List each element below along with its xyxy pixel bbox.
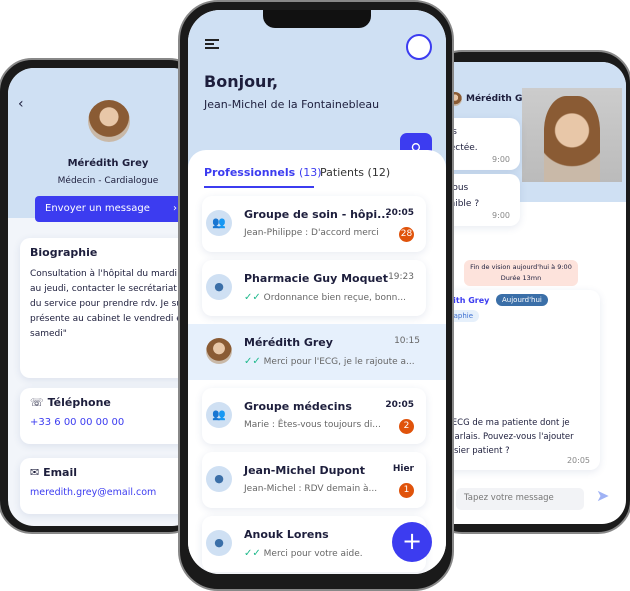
bio-card: Biographie Consultation à l'hôpital du m… [20, 238, 198, 378]
bio-text: Consultation à l'hôpital du mardi au jeu… [30, 269, 190, 339]
conversation-time: Hier [392, 464, 414, 474]
conversation-name: Jean-Michel Dupont [244, 464, 365, 477]
home-phone: Bonjour, Jean-Michel de la Fontainebleau… [178, 0, 454, 591]
conversation-time: 19:23 [388, 272, 414, 282]
tab-professionnels[interactable]: Professionnels (13) [204, 166, 322, 179]
group-icon: 👥 [206, 210, 232, 236]
email-title: Email [43, 466, 78, 479]
profile-phone: ‹ Mérédith Grey Médecin - Cardialogue En… [0, 58, 203, 534]
conversation-preview: Merci pour l'ECG, je le rajoute a... [263, 357, 415, 367]
read-check-icon: ✓✓ [244, 548, 261, 559]
conversation-name: Groupe de soin - hôpi... [244, 208, 390, 221]
tab-count: (13) [299, 166, 322, 179]
email-address[interactable]: meredith.grey@email.com [30, 487, 190, 498]
profile-role: Médecin - Cardialogue [57, 176, 159, 186]
new-conversation-button[interactable]: + [392, 522, 432, 562]
read-check-icon: ✓✓ [244, 356, 261, 367]
user-name: Jean-Michel de la Fontainebleau [204, 98, 380, 111]
tab-label: Professionnels [204, 166, 296, 179]
tab-patients[interactable]: Patients (12) [320, 166, 390, 179]
conversation-item[interactable]: ● Pharmacie Guy Moquet 19:23 ✓✓ Ordonnan… [202, 260, 426, 316]
today-badge: Aujourd'hui [496, 294, 548, 306]
send-icon[interactable]: ➤ [596, 486, 609, 505]
conversation-time: 20:05 [385, 208, 414, 218]
conversation-preview: Merci pour votre aide. [263, 549, 363, 559]
person-icon: ● [206, 274, 232, 300]
conversation-preview: Ordonnance bien reçue, bonn... [263, 293, 406, 303]
conversation-name: Mérédith Grey [244, 336, 333, 349]
send-message-label: Envoyer un message [45, 203, 150, 214]
person-icon: ● [206, 466, 232, 492]
phone-card: ☏ Téléphone +33 6 00 00 00 00 [20, 388, 198, 444]
email-card: ✉ Email meredith.grey@email.com [20, 458, 198, 514]
message-time: 20:05 [566, 456, 590, 465]
conversation-time: 20:05 [385, 400, 414, 410]
phone-title: Téléphone [47, 396, 111, 409]
conversation-name: Groupe médecins [244, 400, 352, 413]
conversation-preview: Marie : Êtes-vous toujours di... [244, 420, 381, 430]
phone-icon: ☏ [30, 396, 44, 409]
conversation-preview: Jean-Philippe : D'accord merci [244, 228, 379, 238]
user-avatar-icon[interactable] [406, 34, 432, 60]
unread-badge: 2 [399, 419, 414, 434]
session-notice: Fin de vision aujourd'hui à 9:00 Durée 1… [464, 260, 578, 286]
phone-number[interactable]: +33 6 00 00 00 00 [30, 417, 190, 428]
menu-icon[interactable] [205, 39, 219, 49]
bio-title: Biographie [30, 246, 98, 259]
profile-name: Mérédith Grey [67, 158, 149, 169]
read-check-icon: ✓✓ [244, 292, 261, 303]
message-input[interactable]: Tapez votre message [456, 488, 584, 510]
send-message-button[interactable]: Envoyer un message › [35, 196, 185, 222]
tab-label: Patients [320, 166, 365, 179]
contact-avatar [206, 338, 232, 364]
mail-icon: ✉ [30, 466, 40, 479]
conversation-preview: Jean-Michel : RDV demain à... [244, 484, 378, 494]
group-icon: 👥 [206, 402, 232, 428]
unread-badge: 1 [399, 483, 414, 498]
conversation-name: Anouk Lorens [244, 528, 329, 541]
back-icon[interactable]: ‹ [18, 96, 24, 112]
chevron-right-icon: › [173, 203, 177, 214]
conversation-item[interactable]: Mérédith Grey 10:15 ✓✓ Merci pour l'ECG,… [188, 324, 446, 380]
conversation-item[interactable]: ● Jean-Michel Dupont Hier Jean-Michel : … [202, 452, 426, 508]
tab-count: (12) [367, 166, 391, 179]
unread-badge: 28 [399, 227, 414, 242]
conversation-name: Pharmacie Guy Moquet [244, 272, 388, 285]
message-text: i l'ECG de ma patiente dont je s parlais… [442, 418, 574, 456]
ecg-message: édith Grey Aujourd'hui ographie i l'ECG … [440, 290, 600, 470]
greeting: Bonjour, [204, 72, 279, 91]
ecg-image[interactable] [440, 326, 588, 412]
conversation-item[interactable]: 👥 Groupe de soin - hôpi... 20:05 Jean-Ph… [202, 196, 426, 252]
profile-avatar [88, 100, 130, 142]
person-icon: ● [206, 530, 232, 556]
conversation-item[interactable]: 👥 Groupe médecins 20:05 Marie : Êtes-vou… [202, 388, 426, 444]
conversation-time: 10:15 [394, 336, 420, 346]
contact-photo [522, 88, 622, 182]
chat-phone: Mérédith Grey uis nectée.9:00 -vous onib… [428, 50, 630, 534]
